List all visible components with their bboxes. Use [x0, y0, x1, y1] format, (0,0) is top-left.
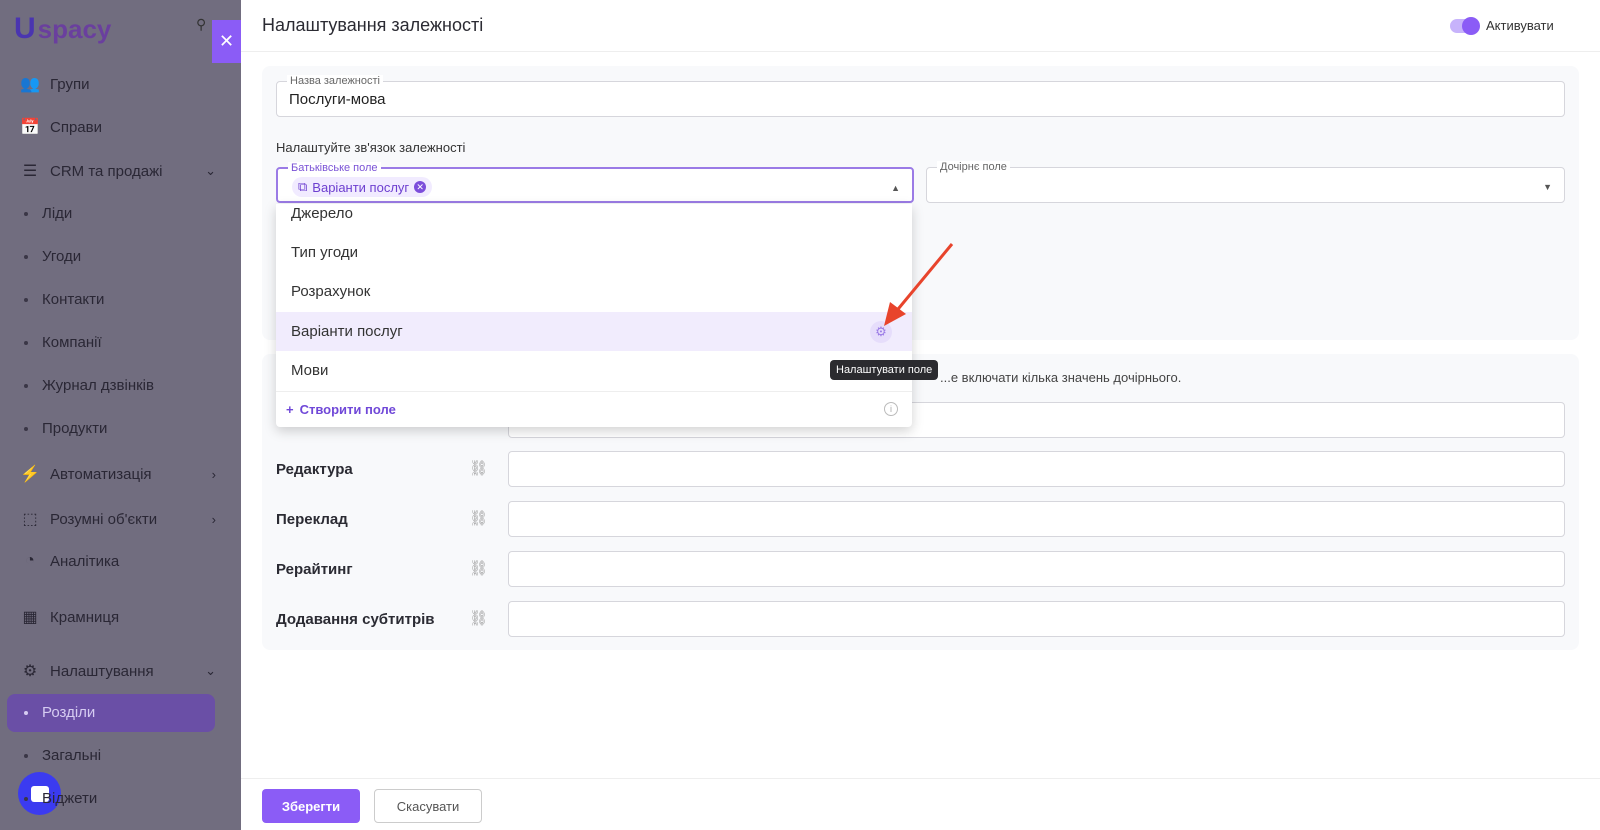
link-icon: ⛓ — [469, 610, 489, 627]
field-icon: ⧉ — [298, 179, 308, 194]
panel-title: Налаштування залежності — [241, 0, 1600, 52]
caret-up-icon[interactable]: ▲ — [891, 183, 900, 193]
mapping-input[interactable] — [508, 451, 1565, 487]
link-icon: ⛓ — [469, 560, 489, 577]
sidebar-item-sections[interactable]: Розділи — [24, 704, 95, 721]
sidebar-item-deals[interactable]: Угоди — [24, 248, 81, 265]
activate-toggle[interactable] — [1450, 17, 1480, 35]
option-calculation[interactable]: Розрахунок — [276, 272, 912, 311]
sidebar-item-products[interactable]: Продукти — [24, 420, 107, 437]
option-languages[interactable]: Мови — [276, 351, 912, 390]
store-icon: ▦ — [22, 609, 38, 626]
dependency-name-field[interactable]: Назва залежності Послуги-мова — [276, 75, 1565, 117]
info-icon[interactable]: i — [884, 402, 898, 416]
option-source[interactable]: Джерело — [276, 204, 912, 233]
row-label: Додавання субтитрів — [276, 611, 435, 628]
row-label: Переклад — [276, 511, 348, 528]
child-field-select[interactable]: Дочірнє поле ▼ — [926, 161, 1565, 203]
mapping-input[interactable] — [508, 551, 1565, 587]
plus-icon: + — [286, 402, 294, 417]
row-label: Редактура — [276, 461, 353, 478]
sidebar-item-call-log[interactable]: Журнал дзвінків — [24, 377, 154, 394]
sidebar-item-analytics[interactable]: ◔ Аналітика — [20, 552, 220, 570]
sidebar-item-crm[interactable]: ☰ CRM та продажі ⌄ — [20, 161, 220, 181]
pin-icon[interactable]: ⚲ — [196, 16, 206, 33]
mapping-input[interactable] — [508, 601, 1565, 637]
calendar-icon: 📅 — [20, 119, 40, 136]
section-label: Налаштуйте зв'язок залежності — [276, 140, 466, 155]
chevron-right-icon: › — [211, 511, 216, 527]
hint-text: ...е включати кілька значень дочірнього. — [940, 370, 1182, 385]
chevron-right-icon: › — [211, 466, 216, 482]
row-label: Рерайтинг — [276, 561, 353, 578]
smart-object-icon: ⬚ — [22, 511, 38, 528]
sidebar-item-widgets[interactable]: Віджети — [24, 790, 97, 807]
chevron-down-icon: ⌄ — [205, 663, 216, 678]
sidebar-item-companies[interactable]: Компанії — [24, 334, 102, 351]
close-icon: ✕ — [218, 31, 235, 51]
create-field-button[interactable]: + Створити поле i — [276, 391, 912, 427]
mapping-input[interactable] — [508, 501, 1565, 537]
option-deal-type[interactable]: Тип угоди — [276, 233, 912, 272]
tooltip: Налаштувати поле — [830, 360, 939, 380]
selected-chip: ⧉ Варіанти послуг ✕ — [292, 177, 433, 197]
chevron-down-icon: ⌄ — [205, 163, 216, 178]
remove-chip-icon[interactable]: ✕ — [414, 181, 427, 193]
save-button[interactable]: Зберегти — [262, 789, 360, 823]
parent-field-dropdown: Джерело Тип угоди Розрахунок Варіанти по… — [276, 204, 912, 427]
close-panel-button[interactable]: ✕ — [212, 20, 241, 63]
link-icon: ⛓ — [469, 510, 489, 527]
sidebar-item-general[interactable]: Загальні — [24, 747, 101, 764]
sidebar-item-groups[interactable]: 👥 Групи — [20, 74, 220, 94]
cancel-button[interactable]: Скасувати — [374, 789, 482, 823]
sidebar-item-automation[interactable]: ⚡ Автоматизація › — [20, 464, 220, 484]
parent-field-select[interactable]: Батьківське поле ⧉ Варіанти послуг ✕ ▲ — [276, 162, 914, 203]
activate-label: Активувати — [1486, 18, 1554, 33]
sidebar-item-settings[interactable]: ⚙ Налаштування ⌄ — [20, 661, 220, 681]
annotation-arrow-icon — [884, 243, 954, 326]
sidebar-item-tasks[interactable]: 📅 Справи — [20, 117, 220, 137]
sidebar-item-store[interactable]: ▦ Крамниця — [20, 607, 220, 627]
logo: Uspacy — [14, 12, 112, 45]
sidebar-item-contacts[interactable]: Контакти — [24, 291, 104, 308]
database-icon: ☰ — [22, 163, 38, 180]
sidebar-item-leads[interactable]: Ліди — [24, 205, 72, 222]
chart-icon: ◔ — [25, 552, 35, 569]
lightning-icon: ⚡ — [20, 466, 40, 483]
sidebar-item-smart-objects[interactable]: ⬚ Розумні об'єкти › — [20, 509, 220, 529]
link-icon: ⛓ — [469, 460, 489, 477]
option-service-variants[interactable]: Варіанти послуг ⚙ — [276, 312, 912, 351]
gear-icon: ⚙ — [22, 663, 38, 680]
users-icon: 👥 — [20, 76, 40, 93]
caret-down-icon[interactable]: ▼ — [1543, 182, 1552, 192]
